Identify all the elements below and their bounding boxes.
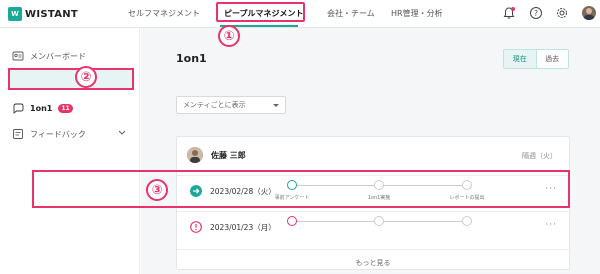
filter-placeholder: メンティごとに表示 bbox=[183, 101, 246, 109]
user-avatar[interactable] bbox=[582, 6, 596, 20]
sidebar-item-label: フィードバック bbox=[30, 129, 86, 139]
logo-text: WISTANT bbox=[25, 8, 79, 20]
annotation-number-3: ③ bbox=[146, 179, 168, 201]
segment-current[interactable]: 現在 bbox=[504, 50, 537, 68]
bell-icon[interactable] bbox=[502, 6, 516, 20]
nav-company-team[interactable]: 会社・チーム bbox=[327, 8, 375, 19]
segment-toggle: 現在 過去 bbox=[503, 49, 569, 69]
logo[interactable]: W WISTANT bbox=[8, 7, 78, 21]
page-title: 1on1 bbox=[176, 52, 207, 65]
step-dot bbox=[374, 216, 384, 226]
caret-down-icon bbox=[273, 104, 279, 107]
sidebar-item-label: メンバーボード bbox=[30, 51, 86, 61]
gear-icon[interactable] bbox=[555, 6, 569, 20]
annotation-box-nav bbox=[216, 2, 305, 22]
person-avatar bbox=[187, 147, 203, 163]
step-dot bbox=[462, 216, 472, 226]
more-options-icon[interactable]: ··· bbox=[545, 220, 557, 230]
meeting-frequency: 隔週（火） bbox=[522, 152, 557, 160]
step-dot bbox=[287, 216, 297, 226]
member-board-icon bbox=[12, 51, 24, 61]
alert-circle-icon bbox=[190, 221, 202, 233]
person-name: 佐藤 三郎 bbox=[211, 150, 246, 160]
svg-text:?: ? bbox=[534, 9, 538, 18]
annotation-number-1: ① bbox=[218, 25, 240, 47]
sidebar-item-1on1[interactable]: 1on1 11 bbox=[12, 100, 73, 116]
list-item[interactable]: 2023/01/23（月） ··· bbox=[177, 211, 569, 243]
logo-mark: W bbox=[8, 7, 22, 21]
notification-badge: 11 bbox=[58, 103, 73, 113]
chevron-down-icon[interactable] bbox=[118, 130, 126, 136]
sidebar: メンバーボード 目標 1on1 11 フィードバック bbox=[0, 28, 140, 274]
meeting-date: 2023/01/23（月） bbox=[210, 223, 276, 232]
main-content: 1on1 現在 過去 メンティごとに表示 佐藤 三郎 隔週（火） 2023/02… bbox=[141, 28, 600, 274]
sidebar-item-member-board[interactable]: メンバーボード bbox=[12, 48, 86, 64]
feedback-icon bbox=[13, 129, 23, 139]
nav-hr-analytics[interactable]: HR管理・分析 bbox=[391, 8, 443, 19]
avatar-image bbox=[584, 8, 594, 20]
progress-steps bbox=[287, 216, 472, 240]
annotation-number-2: ② bbox=[75, 66, 97, 88]
mentee-filter-select[interactable]: メンティごとに表示 bbox=[176, 96, 286, 114]
chat-icon bbox=[13, 103, 24, 114]
sidebar-item-label: 1on1 bbox=[30, 103, 53, 113]
help-icon[interactable]: ? bbox=[529, 6, 543, 20]
annotation-box-row bbox=[32, 170, 570, 208]
segment-past[interactable]: 過去 bbox=[537, 50, 569, 68]
card-header: 佐藤 三郎 bbox=[187, 147, 246, 163]
sidebar-item-feedback[interactable]: フィードバック bbox=[12, 126, 86, 142]
annotation-box-sidebar bbox=[8, 68, 134, 90]
nav-self-management[interactable]: セルフマネジメント bbox=[128, 8, 200, 19]
show-more-link[interactable]: もっと見る bbox=[177, 249, 569, 271]
